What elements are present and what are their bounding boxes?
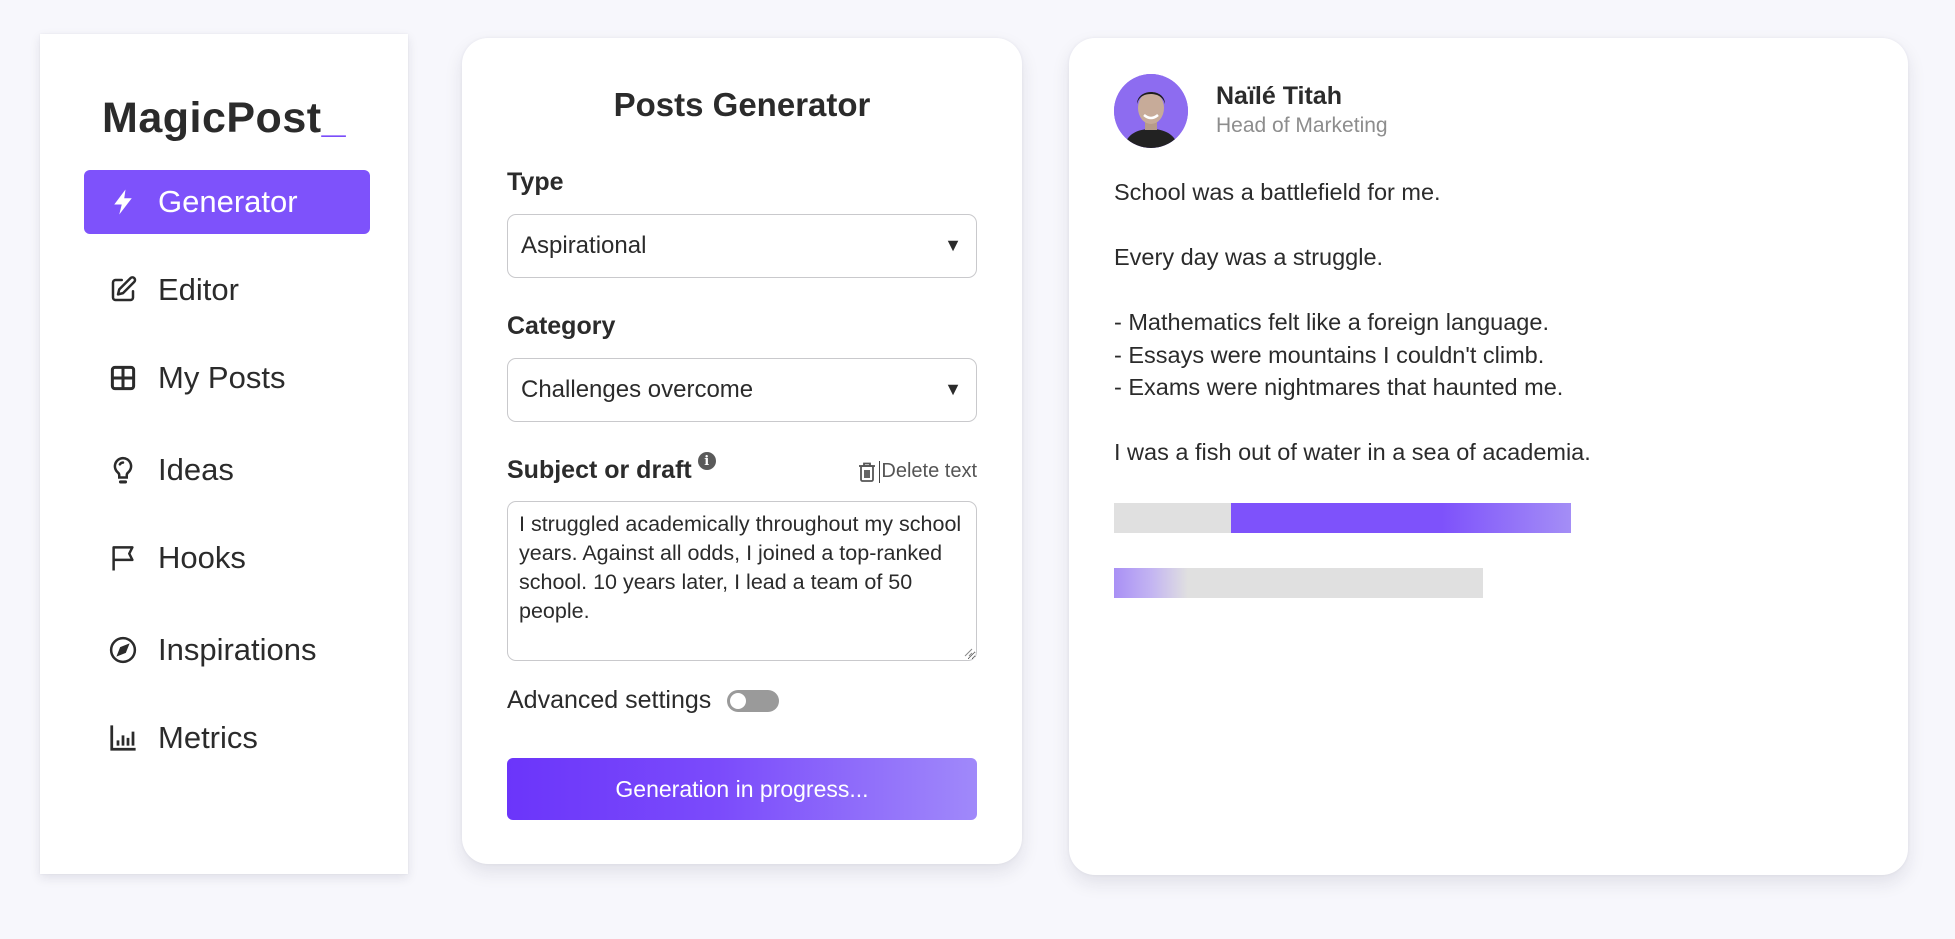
toggle-knob	[730, 692, 747, 709]
post-line: I was a fish out of water in a sea of ac…	[1114, 439, 1591, 465]
bolt-icon	[108, 187, 138, 217]
person-avatar-icon	[1114, 74, 1188, 148]
post-line: School was a battlefield for me.	[1114, 179, 1441, 205]
sidebar-item-editor[interactable]: Editor	[84, 258, 370, 322]
posts-generator-panel: Posts Generator Type Aspirational ▼ Cate…	[462, 38, 1022, 864]
app-logo: MagicPost_	[40, 94, 408, 143]
sidebar-item-label: Inspirations	[158, 632, 317, 667]
sidebar-item-my-posts[interactable]: My Posts	[84, 346, 370, 410]
flag-icon	[108, 543, 138, 573]
subject-textarea[interactable]: I struggled academically throughout my s…	[507, 501, 977, 661]
grid-icon	[108, 363, 138, 393]
category-select-value: Challenges overcome	[521, 376, 754, 403]
sidebar-item-ideas[interactable]: Ideas	[84, 438, 370, 502]
loading-skeleton-bar	[1114, 568, 1483, 598]
advanced-settings-label: Advanced settings	[507, 686, 712, 714]
type-label: Type	[507, 168, 564, 196]
post-line: - Exams were nightmares that haunted me.	[1114, 374, 1564, 400]
advanced-settings-row: Advanced settings	[507, 686, 780, 715]
category-label: Category	[507, 312, 616, 340]
sidebar-item-label: Editor	[158, 272, 239, 307]
post-line	[1114, 274, 1854, 307]
compass-icon	[108, 635, 138, 665]
sidebar-item-metrics[interactable]: Metrics	[84, 706, 370, 770]
post-preview-panel: Naïlé Titah Head of Marketing School was…	[1069, 38, 1908, 875]
chevron-down-icon: ▼	[944, 379, 962, 399]
sidebar-item-label: Metrics	[158, 720, 258, 755]
lightbulb-icon	[108, 455, 138, 485]
author-role: Head of Marketing	[1216, 114, 1388, 137]
sidebar-item-label: Ideas	[158, 452, 234, 487]
avatar	[1114, 74, 1188, 148]
sidebar-item-label: Generator	[158, 184, 298, 219]
post-line	[1114, 209, 1854, 242]
chevron-down-icon: ▼	[944, 235, 962, 255]
resize-grip-icon[interactable]	[963, 647, 973, 657]
sidebar-item-label: My Posts	[158, 360, 286, 395]
generated-post-text: School was a battlefield for me. Every d…	[1114, 176, 1854, 469]
edit-icon	[108, 275, 138, 305]
trash-icon	[858, 462, 875, 482]
subject-label: Subject or draft i	[507, 452, 716, 485]
bar-chart-icon	[108, 723, 138, 753]
post-line: - Essays were mountains I couldn't climb…	[1114, 341, 1545, 368]
sidebar-item-hooks[interactable]: Hooks	[84, 526, 370, 590]
subject-label-text: Subject or draft	[507, 456, 692, 484]
post-line	[1114, 404, 1854, 437]
advanced-settings-toggle[interactable]	[727, 689, 780, 712]
logo-text: MagicPost	[102, 94, 322, 142]
author-name: Naïlé Titah	[1216, 82, 1342, 110]
type-select-value: Aspirational	[521, 232, 647, 259]
post-line: Every day was a struggle.	[1114, 244, 1384, 270]
loading-skeleton-bar	[1114, 503, 1571, 533]
sidebar-item-generator[interactable]: Generator	[84, 170, 370, 234]
delete-text-button[interactable]: Delete text	[857, 460, 977, 483]
post-line: - Mathematics felt like a foreign langua…	[1114, 309, 1549, 335]
subject-textarea-value: I struggled academically throughout my s…	[519, 512, 962, 623]
sidebar-item-label: Hooks	[158, 540, 246, 575]
loading-bar-fill	[1114, 568, 1188, 598]
logo-cursor: _	[321, 94, 346, 142]
sidebar-item-inspirations[interactable]: Inspirations	[84, 618, 370, 682]
delete-text-label: Delete text	[881, 460, 977, 482]
info-icon[interactable]: i	[697, 452, 716, 470]
sidebar: MagicPost_ Generator Editor My Posts Ide…	[40, 34, 408, 874]
panel-title: Posts Generator	[613, 86, 871, 123]
generate-button[interactable]: Generation in progress...	[507, 758, 977, 820]
category-select[interactable]: Challenges overcome ▼	[507, 358, 977, 422]
type-select[interactable]: Aspirational ▼	[507, 214, 977, 278]
loading-bar-fill	[1230, 503, 1571, 533]
text-cursor	[878, 460, 881, 483]
sidebar-nav: Generator Editor My Posts Ideas Hooks In…	[84, 170, 370, 770]
